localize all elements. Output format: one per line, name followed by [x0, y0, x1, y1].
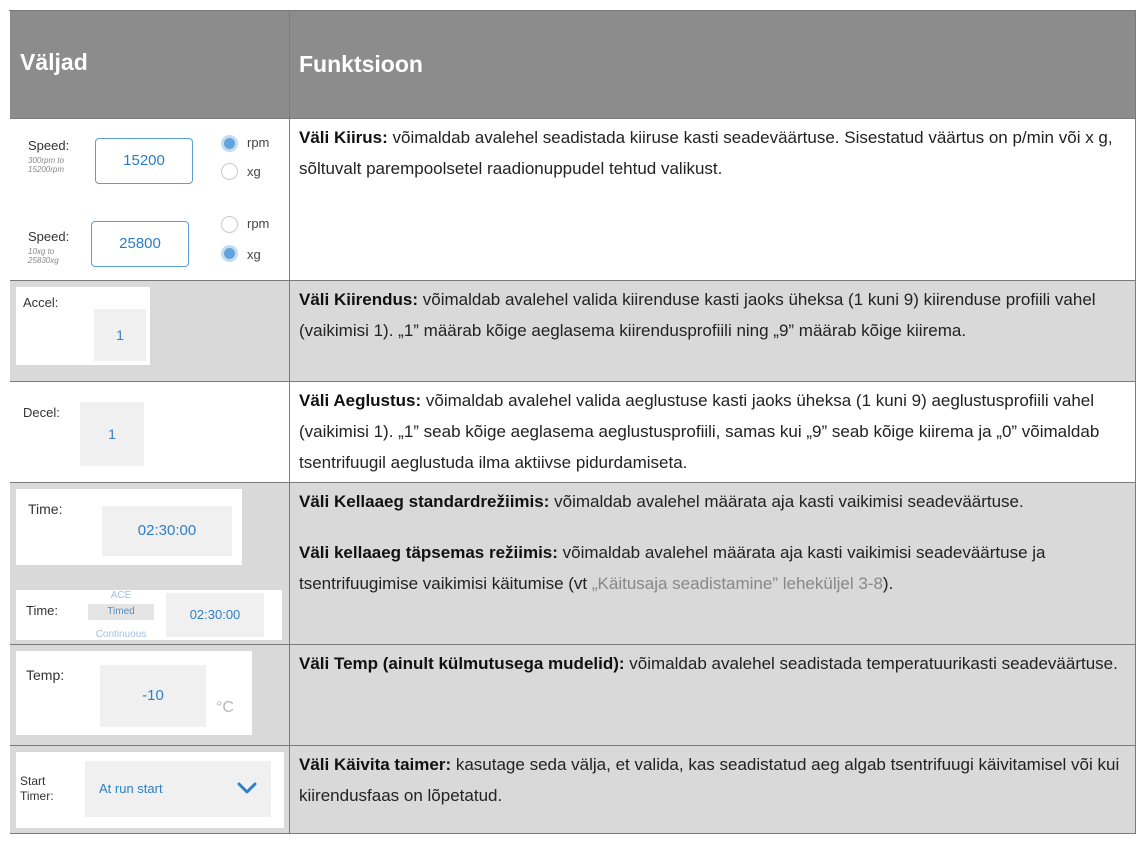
page-reference-link[interactable]: „Käitusaja seadistamine” leheküljel 3-8 [592, 574, 883, 593]
xg-radio[interactable] [221, 245, 238, 262]
time-input[interactable]: 02:30:00 [166, 593, 264, 637]
celsius-unit: °C [216, 699, 234, 716]
rpm-radio[interactable] [221, 216, 238, 233]
speed-range-line1: 300rpm to [28, 156, 65, 165]
accel-label: Accel: [23, 295, 59, 310]
xg-radio[interactable] [221, 163, 238, 180]
mode-option-continuous[interactable]: Continuous [88, 629, 154, 640]
rpm-radio[interactable] [221, 135, 238, 152]
speed-rpm-widget: Speed: 300rpm to 15200rpm 15200 rpm xg [16, 127, 284, 197]
xg-radio-label: xg [247, 247, 261, 262]
fields-table: Väljad Funktsioon Speed: 300rpm to 15200… [9, 10, 1136, 834]
speed-label: Speed: [28, 138, 70, 153]
table-row-speed: Speed: 300rpm to 15200rpm 15200 rpm xg S… [10, 119, 1136, 281]
xg-radio-label: xg [247, 164, 261, 179]
decel-label: Decel: [23, 405, 60, 420]
table-row-temp: Temp: -10 °C Väli Temp (ainult külmutuse… [10, 645, 1136, 746]
temp-widget: Temp: -10 °C [16, 651, 252, 735]
decel-input[interactable]: 1 [80, 402, 144, 466]
speed-input[interactable]: 25800 [91, 221, 189, 267]
start-timer-dropdown[interactable]: At run start [85, 761, 271, 817]
speed-input[interactable]: 15200 [95, 138, 193, 184]
chevron-down-icon[interactable] [237, 781, 257, 795]
speed-range-line2: 25830xg [28, 256, 59, 265]
accel-widget: Accel: 1 [16, 287, 150, 365]
speed-range-line2: 15200rpm [28, 165, 65, 174]
accel-description: Väli Kiirendus: võimaldab avalehel valid… [299, 290, 1096, 340]
start-timer-label: Start Timer: [20, 774, 54, 803]
start-timer-widget: Start Timer: At run start [16, 752, 284, 828]
table-header: Väljad Funktsioon [10, 11, 1136, 119]
decel-widget: Decel: 1 [16, 388, 150, 466]
temp-description: Väli Temp (ainult külmutusega mudelid): … [299, 654, 1118, 673]
speed-xg-widget: Speed: 10xg to 25830xg 25800 rpm xg [16, 205, 284, 275]
time-advanced-widget: Time: ACE Timed Continuous 02:30:00 [16, 590, 282, 640]
time-label: Time: [26, 603, 59, 618]
time-description: Väli Kellaaeg standardrežiimis: võimalda… [291, 483, 1135, 644]
time-label: Time: [28, 501, 63, 517]
time-advanced-text: Väli kellaaeg täpsemas režiimis: võimald… [299, 543, 1046, 593]
start-timer-value: At run start [99, 781, 163, 796]
time-standard-text: Väli Kellaaeg standardrežiimis: võimalda… [299, 492, 1024, 511]
speed-label: Speed: [28, 229, 70, 244]
table-row-decel: Decel: 1 Väli Aeglustus: võimaldab avale… [10, 382, 1136, 483]
rpm-radio-label: rpm [247, 135, 270, 150]
table-row-time: Time: 02:30:00 Time: ACE Timed Continuou… [10, 483, 1136, 645]
decel-description: Väli Aeglustus: võimaldab avalehel valid… [299, 391, 1100, 472]
temp-input[interactable]: -10 [100, 665, 206, 727]
time-input[interactable]: 02:30:00 [102, 506, 232, 556]
rpm-radio-label: rpm [247, 216, 270, 231]
speed-range-line1: 10xg to [28, 247, 55, 256]
timer-description: Väli Käivita taimer: kasutage seda välja… [299, 755, 1120, 805]
time-mode-picker[interactable]: ACE Timed Continuous [88, 590, 154, 640]
accel-input[interactable]: 1 [94, 309, 146, 361]
table-row-timer: Start Timer: At run start Väli Käivita ta… [10, 746, 1136, 834]
temp-label: Temp: [26, 667, 65, 683]
header-col-function: Funktsioon [299, 51, 423, 77]
header-col-fields: Väljad [10, 11, 290, 118]
speed-description: Väli Kiirus: võimaldab avalehel seadista… [299, 128, 1113, 178]
table-row-accel: Accel: 1 Väli Kiirendus: võimaldab avale… [10, 281, 1136, 382]
mode-option-ace[interactable]: ACE [88, 590, 154, 601]
time-standard-widget: Time: 02:30:00 [16, 489, 242, 565]
mode-option-timed[interactable]: Timed [88, 604, 154, 620]
